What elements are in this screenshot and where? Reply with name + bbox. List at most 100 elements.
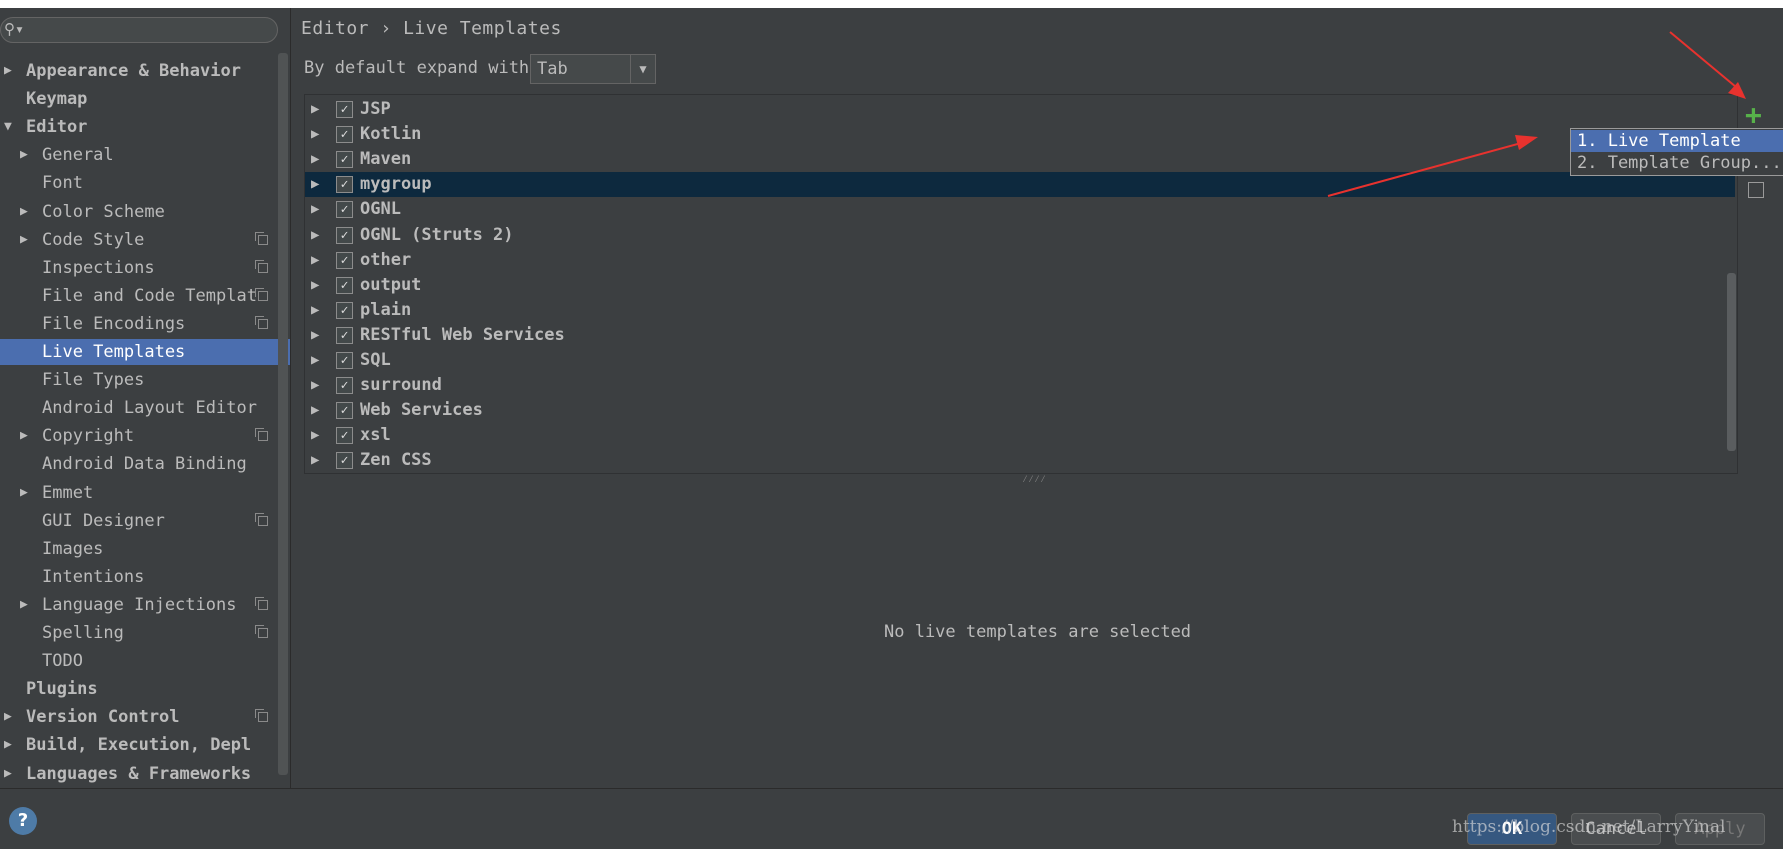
chevron-right-icon[interactable]: ▶ — [4, 58, 12, 84]
sidebar-item[interactable]: Font — [0, 170, 280, 196]
chevron-right-icon[interactable]: ▶ — [4, 704, 12, 730]
sidebar-item[interactable]: ▼ Editor — [0, 114, 280, 140]
template-group-row[interactable]: ▶ ✓ JSP — [305, 97, 1735, 122]
group-checkbox[interactable]: ✓ — [336, 101, 353, 118]
sidebar-item[interactable]: Keymap — [0, 86, 280, 112]
sidebar-item[interactable]: ▶ Version Control — [0, 704, 280, 730]
sidebar-item-label: Inspections — [42, 257, 155, 278]
add-icon[interactable]: + — [1745, 98, 1762, 131]
panel-splitter[interactable]: ⁄⁄⁄⁄ — [1022, 474, 1046, 486]
change-context-icon[interactable] — [1748, 182, 1764, 198]
template-group-row[interactable]: ▶ ✓ Zen CSS — [305, 448, 1735, 473]
group-checkbox[interactable]: ✓ — [336, 226, 353, 244]
sidebar-item[interactable]: Intentions — [0, 564, 280, 590]
template-group-row[interactable]: ▶ ✓ surround — [305, 373, 1735, 398]
sidebar-item[interactable]: File Types — [0, 367, 280, 393]
template-group-label: xsl — [360, 425, 391, 446]
group-checkbox[interactable]: ✓ — [336, 126, 353, 144]
chevron-right-icon[interactable]: ▶ — [311, 348, 319, 373]
sidebar-item[interactable]: ▶ Color Scheme — [0, 199, 280, 225]
template-group-row[interactable]: ▶ ✓ xsl — [305, 423, 1735, 448]
sidebar-item[interactable]: ▶ Emmet — [0, 480, 280, 506]
breadcrumb: Editor › Live Templates — [301, 18, 562, 39]
template-group-row[interactable]: ▶ ✓ OGNL (Struts 2) — [305, 223, 1735, 248]
group-checkbox[interactable]: ✓ — [336, 377, 353, 395]
sidebar-item[interactable]: File Encodings — [0, 311, 280, 337]
list-scrollbar[interactable] — [1727, 273, 1736, 451]
sidebar-item[interactable]: Android Data Binding — [0, 451, 280, 477]
chevron-right-icon[interactable]: ▶ — [20, 423, 28, 449]
sidebar-item[interactable]: File and Code Templat — [0, 283, 280, 309]
group-checkbox[interactable]: ✓ — [336, 352, 353, 369]
template-group-row[interactable]: ▶ ✓ mygroup — [305, 172, 1735, 198]
chevron-right-icon[interactable]: ▶ — [4, 761, 12, 787]
chevron-right-icon[interactable]: ▶ — [311, 373, 319, 398]
sidebar-item[interactable]: ▶ Language Injections — [0, 592, 280, 618]
chevron-right-icon[interactable]: ▶ — [311, 448, 319, 473]
template-groups-list: ▶ ✓ JSP ▶ ✓ Kotlin ▶ ✓ Maven ▶ ✓ mygroup ▶ ✓ OGNL ▶ ✓ OGN… — [304, 94, 1738, 474]
sidebar-item[interactable]: Plugins — [0, 676, 280, 702]
group-checkbox[interactable]: ✓ — [336, 452, 353, 470]
help-button[interactable]: ? — [9, 807, 37, 835]
chevron-right-icon[interactable]: ▶ — [20, 592, 28, 618]
chevron-right-icon[interactable]: ▶ — [311, 122, 319, 147]
chevron-right-icon[interactable]: ▶ — [311, 147, 319, 172]
sidebar-item-label: Plugins — [26, 679, 98, 700]
chevron-right-icon[interactable]: ▶ — [4, 732, 12, 758]
sidebar-item[interactable]: Live Templates — [0, 339, 291, 365]
group-checkbox[interactable]: ✓ — [336, 151, 353, 169]
template-group-row[interactable]: ▶ ✓ other — [305, 248, 1735, 273]
chevron-down-icon[interactable]: ▼ — [4, 114, 12, 140]
group-checkbox[interactable]: ✓ — [336, 176, 353, 194]
chevron-right-icon[interactable]: ▶ — [311, 172, 319, 197]
template-group-row[interactable]: ▶ ✓ Web Services — [305, 398, 1735, 423]
sidebar-item-label: Images — [42, 538, 104, 559]
sidebar-item[interactable]: ▶ Languages & Frameworks — [0, 761, 280, 787]
chevron-right-icon[interactable]: ▶ — [311, 223, 319, 248]
template-group-row[interactable]: ▶ ✓ Kotlin — [305, 122, 1735, 147]
sidebar-item[interactable]: ▶ Appearance & Behavior — [0, 58, 280, 84]
template-group-row[interactable]: ▶ ✓ plain — [305, 298, 1735, 323]
sidebar-item[interactable]: GUI Designer — [0, 508, 280, 534]
sidebar-scrollbar[interactable] — [278, 53, 288, 775]
group-checkbox[interactable]: ✓ — [336, 276, 353, 294]
sidebar-item[interactable]: Android Layout Editor — [0, 395, 280, 421]
sidebar-item[interactable]: ▶ Copyright — [0, 423, 280, 449]
template-group-row[interactable]: ▶ ✓ SQL — [305, 348, 1735, 373]
chevron-right-icon[interactable]: ▶ — [20, 480, 28, 506]
group-checkbox[interactable]: ✓ — [336, 201, 353, 219]
chevron-right-icon[interactable]: ▶ — [311, 97, 319, 122]
chevron-right-icon[interactable]: ▶ — [20, 142, 28, 168]
expand-with-select[interactable]: Tab ▼ — [530, 54, 656, 84]
chevron-right-icon[interactable]: ▶ — [311, 423, 319, 448]
sidebar-item[interactable]: ▶ General — [0, 142, 280, 168]
chevron-right-icon[interactable]: ▶ — [311, 197, 319, 222]
chevron-right-icon[interactable]: ▶ — [20, 227, 28, 253]
group-checkbox[interactable]: ✓ — [336, 427, 353, 445]
template-group-label: other — [360, 249, 412, 270]
chevron-right-icon[interactable]: ▶ — [311, 323, 319, 348]
template-group-row[interactable]: ▶ ✓ RESTful Web Services — [305, 323, 1735, 348]
template-group-label: SQL — [360, 350, 391, 370]
settings-search-input[interactable]: ⚲▾ — [0, 17, 278, 43]
sidebar-item[interactable]: Inspections — [0, 255, 280, 281]
group-checkbox[interactable]: ✓ — [336, 251, 353, 269]
template-group-row[interactable]: ▶ ✓ Maven — [305, 147, 1735, 172]
group-checkbox[interactable]: ✓ — [336, 326, 353, 344]
sidebar-item[interactable]: TODO — [0, 648, 280, 674]
chevron-right-icon[interactable]: ▶ — [20, 199, 28, 225]
menu-item-live-template[interactable]: 1. Live Template — [1571, 130, 1783, 152]
sidebar-item[interactable]: Images — [0, 536, 280, 562]
chevron-right-icon[interactable]: ▶ — [311, 298, 319, 323]
chevron-right-icon[interactable]: ▶ — [311, 273, 319, 298]
template-group-row[interactable]: ▶ ✓ output — [305, 273, 1735, 298]
chevron-right-icon[interactable]: ▶ — [311, 398, 319, 423]
chevron-right-icon[interactable]: ▶ — [311, 248, 319, 273]
sidebar-item[interactable]: Spelling — [0, 620, 280, 646]
template-group-row[interactable]: ▶ ✓ OGNL — [305, 197, 1735, 222]
group-checkbox[interactable]: ✓ — [336, 402, 353, 420]
menu-item-template-group[interactable]: 2. Template Group... — [1571, 152, 1783, 174]
sidebar-item[interactable]: ▶ Build, Execution, Depl — [0, 732, 280, 758]
group-checkbox[interactable]: ✓ — [336, 301, 353, 319]
sidebar-item[interactable]: ▶ Code Style — [0, 227, 280, 253]
